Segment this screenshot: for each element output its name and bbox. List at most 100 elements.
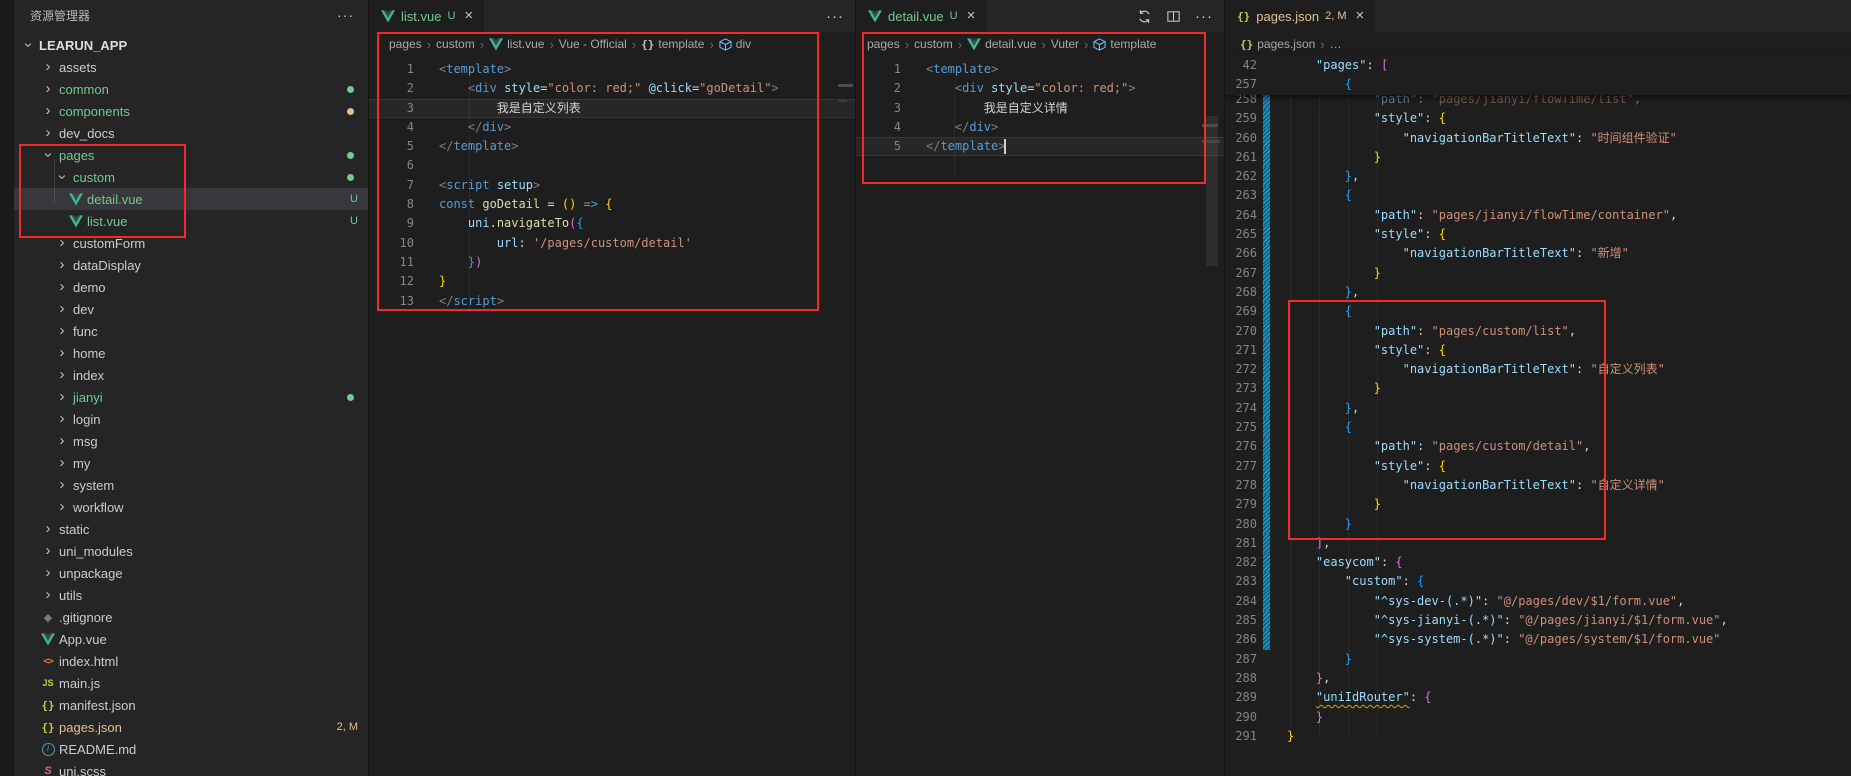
tree-item-custom[interactable]: ›custom <box>14 166 368 188</box>
tab-pages-json[interactable]: {}pages.json2, M× <box>1226 0 1375 32</box>
code-line-1[interactable]: 1<template> <box>369 60 856 79</box>
code-line-6[interactable]: 6 <box>369 156 856 175</box>
tree-item-list-vue[interactable]: list.vueU <box>14 210 368 232</box>
tree-item-components[interactable]: ›components <box>14 100 368 122</box>
code-text: }) <box>439 253 482 272</box>
git-modified-gutter <box>1263 129 1270 148</box>
more-actions-icon[interactable]: ··· <box>1195 8 1213 25</box>
breadcrumb-item-list-vue[interactable]: list.vue <box>489 37 544 51</box>
tree-item-workflow[interactable]: ›workflow <box>14 496 368 518</box>
tree-item-uni-modules[interactable]: ›uni_modules <box>14 540 368 562</box>
tree-item-common[interactable]: ›common <box>14 78 368 100</box>
breadcrumb-item-custom[interactable]: custom <box>436 37 475 51</box>
code-text: "style": { <box>1287 109 1446 128</box>
tree-item-main-js[interactable]: JSmain.js <box>14 672 368 694</box>
tree-item-app-vue[interactable]: App.vue <box>14 628 368 650</box>
code-line-257[interactable]: 257 { <box>1225 75 1851 94</box>
breadcrumb-item-detail-vue[interactable]: detail.vue <box>967 37 1036 51</box>
breadcrumb-item-custom[interactable]: custom <box>914 37 953 51</box>
breadcrumb-item-vue-official[interactable]: Vue - Official <box>559 37 627 51</box>
tree-item-index-html[interactable]: <>index.html <box>14 650 368 672</box>
close-icon[interactable]: × <box>1356 9 1365 23</box>
tree-item-demo[interactable]: ›demo <box>14 276 368 298</box>
code-line-2[interactable]: 2 <div style="color: red;"> <box>856 79 1225 98</box>
code-line-7[interactable]: 7<script setup> <box>369 176 856 195</box>
tree-item-readme-md[interactable]: iREADME.md <box>14 738 368 760</box>
tree-item-learun-app[interactable]: ›LEARUN_APP <box>14 34 368 56</box>
code-text: }, <box>1287 669 1330 688</box>
tree-item-utils[interactable]: ›utils <box>14 584 368 606</box>
tree-item-login[interactable]: ›login <box>14 408 368 430</box>
code-line-3[interactable]: 3 我是自定义列表 <box>369 99 856 118</box>
code-line-13[interactable]: 13</script> <box>369 292 856 311</box>
tree-item-system[interactable]: ›system <box>14 474 368 496</box>
vue-logo-icon <box>69 215 83 228</box>
more-actions-icon[interactable]: ··· <box>337 7 354 23</box>
code-area[interactable]: 1<template>2 <div style="color: red;">3 … <box>856 60 1225 156</box>
tree-item-detail-vue[interactable]: detail.vueU <box>14 188 368 210</box>
git-modified-gutter <box>1263 109 1270 128</box>
code-line-8[interactable]: 8const goDetail = () => { <box>369 195 856 214</box>
git-modified-gutter <box>1263 302 1270 321</box>
tree-item-dev[interactable]: ›dev <box>14 298 368 320</box>
tree-item-unpackage[interactable]: ›unpackage <box>14 562 368 584</box>
gutter-spacer <box>1263 56 1270 75</box>
tree-item-msg[interactable]: ›msg <box>14 430 368 452</box>
code-line-42[interactable]: 42 "pages": [ <box>1225 56 1851 75</box>
code-text: 我是自定义列表 <box>439 99 581 118</box>
breadcrumb-item-pages[interactable]: pages <box>389 37 422 51</box>
indent-guide <box>1377 95 1378 735</box>
scrollbar-thumb[interactable] <box>1206 116 1218 266</box>
chevron-right-icon: › <box>480 37 484 52</box>
tree-item-pages[interactable]: ›pages <box>14 144 368 166</box>
more-actions-icon[interactable]: ··· <box>826 8 844 25</box>
chevron-right-icon: › <box>632 37 636 52</box>
line-number: 285 <box>1225 611 1257 630</box>
close-icon[interactable]: × <box>967 9 976 23</box>
breadcrumb-item-pages-json[interactable]: {}pages.json <box>1240 37 1315 51</box>
breadcrumb-item-vuter[interactable]: Vuter <box>1051 37 1079 51</box>
code-line-4[interactable]: 4 </div> <box>856 118 1225 137</box>
line-number: 261 <box>1225 148 1257 167</box>
tree-item-home[interactable]: ›home <box>14 342 368 364</box>
breadcrumb-item-template[interactable]: template <box>1093 37 1156 51</box>
code-line-2[interactable]: 2 <div style="color: red;" @click="goDet… <box>369 79 856 98</box>
tree-item-manifest-json[interactable]: {}manifest.json <box>14 694 368 716</box>
split-editor-icon[interactable] <box>1166 9 1181 24</box>
code-line-5[interactable]: 5</template> <box>856 137 1225 156</box>
tab-list-vue[interactable]: list.vueU× <box>370 0 484 32</box>
tree-item-static[interactable]: ›static <box>14 518 368 540</box>
tab-detail-vue[interactable]: detail.vueU× <box>857 0 986 32</box>
breadcrumb-item-template[interactable]: {}template <box>641 37 704 51</box>
tree-item-gitignore[interactable]: ◆.gitignore <box>14 606 368 628</box>
code-line-12[interactable]: 12} <box>369 272 856 291</box>
breadcrumb-item-pages[interactable]: pages <box>867 37 900 51</box>
tree-item-customform[interactable]: ›customForm <box>14 232 368 254</box>
code-line-9[interactable]: 9 uni.navigateTo({ <box>369 214 856 233</box>
breadcrumb-item-[interactable]: … <box>1330 37 1342 51</box>
breadcrumb-item-div[interactable]: div <box>719 37 751 51</box>
code-line-4[interactable]: 4 </div> <box>369 118 856 137</box>
line-number: 274 <box>1225 399 1257 418</box>
tree-item-label: pages <box>59 148 94 163</box>
tree-item-label: uni.scss <box>59 764 106 776</box>
code-line-3[interactable]: 3 我是自定义详情 <box>856 99 1225 118</box>
tree-item-func[interactable]: ›func <box>14 320 368 342</box>
close-icon[interactable]: × <box>464 9 473 23</box>
code-line-1[interactable]: 1<template> <box>856 60 1225 79</box>
tree-item-dev-docs[interactable]: ›dev_docs <box>14 122 368 144</box>
tree-item-datadisplay[interactable]: ›dataDisplay <box>14 254 368 276</box>
code-line-5[interactable]: 5</template> <box>369 137 856 156</box>
tree-item-index[interactable]: ›index <box>14 364 368 386</box>
tree-item-assets[interactable]: ›assets <box>14 56 368 78</box>
code-area[interactable]: 1<template>2 <div style="color: red;" @c… <box>369 60 856 311</box>
tree-item-jianyi[interactable]: ›jianyi <box>14 386 368 408</box>
tree-item-my[interactable]: ›my <box>14 452 368 474</box>
tree-item-pages-json[interactable]: {}pages.json2, M <box>14 716 368 738</box>
tree-item-uni-scss[interactable]: Suni.scss <box>14 760 368 776</box>
code-line-11[interactable]: 11 }) <box>369 253 856 272</box>
tree-item-label: home <box>73 346 106 361</box>
code-line-10[interactable]: 10 url: '/pages/custom/detail' <box>369 234 856 253</box>
open-changes-icon[interactable] <box>1137 9 1152 24</box>
code-text: "path": "pages/custom/list", <box>1287 322 1576 341</box>
